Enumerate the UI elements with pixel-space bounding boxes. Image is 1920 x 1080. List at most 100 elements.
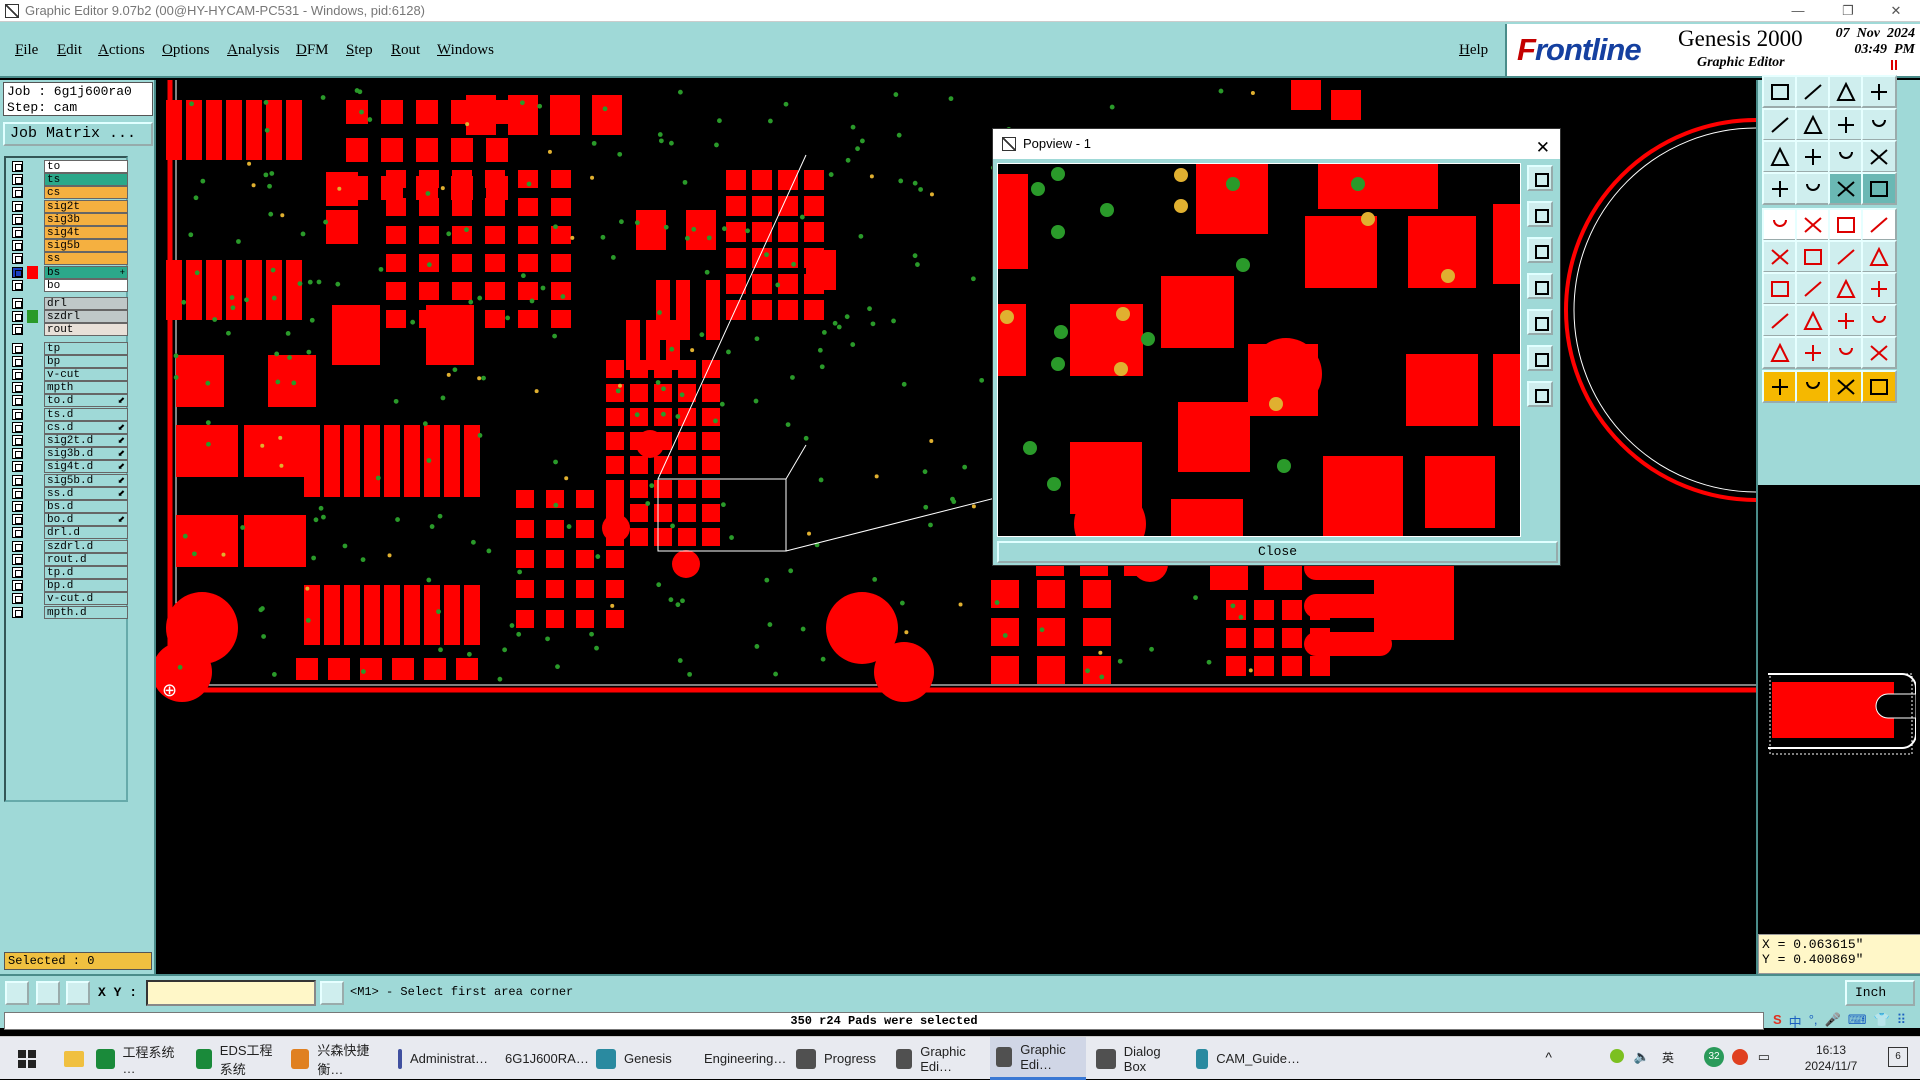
layer-name[interactable]: cs [44,186,128,200]
tray-app-icon[interactable] [1610,1049,1624,1063]
layer-name[interactable]: bs.d [44,500,128,513]
layer-affected-checkbox[interactable] [12,266,23,278]
layer-color-swatch[interactable] [27,342,38,355]
layer-row[interactable]: rout.d [8,552,128,566]
minimize-button[interactable]: — [1780,0,1816,22]
taskbar-item[interactable]: Dialog Box [1090,1037,1186,1080]
zoom-home-icon[interactable] [1762,75,1798,108]
menu-windows[interactable]: Windows [437,42,494,59]
layer-color-swatch[interactable] [27,355,38,368]
mirror-icon[interactable] [1861,272,1897,305]
layer-name[interactable]: szdrl.d [44,539,128,553]
file-explorer-icon[interactable] [58,1037,86,1080]
layer-affected-checkbox[interactable] [12,342,23,354]
layer-name[interactable]: sig5b [44,239,128,253]
layer-color-swatch[interactable] [27,265,38,279]
taskbar-item[interactable]: Graphic Edi… [990,1037,1086,1080]
layer-affected-checkbox[interactable] [12,187,23,199]
layer-color-swatch[interactable] [27,592,38,605]
grid-icon[interactable] [1795,172,1831,205]
pan-right-icon[interactable] [1795,108,1831,141]
menu-file[interactable]: File [15,42,38,59]
layer-row[interactable]: to.d ⬋ [8,394,128,408]
layer-name[interactable]: v-cut [44,368,128,381]
ime-punct-mode[interactable]: °, [1809,1012,1818,1030]
angle-line-icon[interactable] [1762,272,1798,305]
popview-zoom-out-icon[interactable] [1527,237,1553,263]
layer-name[interactable]: bo [44,278,128,292]
layer-row[interactable]: to [8,160,128,173]
layer-name[interactable]: cs.d ⬋ [44,420,128,434]
layer-color-swatch[interactable] [27,447,38,460]
layer-row[interactable]: sig5b [8,239,128,253]
layer-affected-checkbox[interactable] [12,200,23,212]
menu-dfm[interactable]: DFM [296,42,329,59]
layer-row[interactable]: bo [8,278,128,292]
layer-color-swatch[interactable] [27,394,38,407]
layer-color-swatch[interactable] [27,186,38,199]
layer-color-swatch[interactable] [27,381,38,394]
layer-name[interactable]: to.d ⬋ [44,394,128,408]
layer-name[interactable]: bp.d [44,579,128,593]
angle-icon[interactable] [1861,336,1897,369]
polygon-icon[interactable] [1795,336,1831,369]
menu-analysis[interactable]: Analysis [227,42,280,59]
line-add-icon[interactable] [1795,208,1831,241]
layer-row[interactable]: mpth.d [8,605,128,619]
layer-color-swatch[interactable] [27,160,38,173]
layer-color-swatch[interactable] [27,579,38,592]
layer-row[interactable]: sig3b.d ⬋ [8,447,128,461]
layer-row[interactable]: bs + [8,265,128,279]
layer-color-swatch[interactable] [27,200,38,213]
popview-zoom-in-icon[interactable] [1527,201,1553,227]
ime-voice-icon[interactable]: 🎤 [1825,1012,1841,1030]
layer-name[interactable]: v-cut.d [44,592,128,606]
taskbar-item[interactable]: Engineering… [690,1037,786,1080]
layer-row[interactable]: sig4t [8,226,128,239]
layer-name[interactable]: tp [44,341,128,355]
stretch-icon[interactable] [1828,304,1864,337]
node-delete-icon[interactable] [1795,240,1831,273]
layer-color-swatch[interactable] [27,239,38,252]
layer-affected-checkbox[interactable] [12,311,23,323]
menu-options[interactable]: Options [162,42,210,59]
layer-color-swatch[interactable] [27,226,38,239]
mode-select-icon[interactable] [5,981,29,1005]
layer-affected-checkbox[interactable] [12,324,23,336]
layer-color-swatch[interactable] [27,553,38,566]
layer-affected-checkbox[interactable] [12,606,23,618]
layer-name[interactable]: ts [44,173,128,187]
layer-row[interactable]: ts.d [8,407,128,421]
layer-affected-checkbox[interactable] [12,527,23,539]
layer-affected-checkbox[interactable] [12,435,23,446]
zoom-fit-icon[interactable] [1861,75,1897,108]
layer-affected-checkbox[interactable] [12,474,23,486]
layer-name[interactable]: sig2t [44,199,128,213]
surface-add-icon[interactable] [1828,208,1864,241]
layer-affected-checkbox[interactable] [12,487,23,499]
layer-affected-checkbox[interactable] [12,240,23,252]
popview-center-icon[interactable] [1527,381,1553,407]
zoom-back-icon[interactable] [1828,108,1864,141]
menu-actions[interactable]: Actions [98,42,145,59]
layer-affected-checkbox[interactable] [12,461,23,473]
popview-pan-icon[interactable] [1527,273,1553,299]
taskbar-item[interactable]: Genesis [590,1037,686,1080]
layer-row[interactable]: ts [8,173,128,187]
slant-line-icon[interactable] [1795,272,1831,305]
layer-row[interactable]: sig4t.d ⬋ [8,460,128,474]
layer-name[interactable]: mpth [44,381,128,395]
layer-color-swatch[interactable] [27,173,38,186]
layer-row[interactable]: drl.d [8,526,128,540]
layer-affected-checkbox[interactable] [12,369,23,380]
zoom-area-icon[interactable] [1828,75,1864,108]
trace-icon[interactable] [1861,240,1897,273]
layer-color-swatch[interactable] [27,474,38,487]
job-matrix-button[interactable]: Job Matrix ... [3,122,153,146]
node-edit-icon[interactable] [1762,240,1798,273]
zoom-in-icon[interactable] [1795,75,1831,108]
layer-color-swatch[interactable] [27,487,38,500]
layer-name[interactable]: drl.d [44,526,128,540]
redraw-icon[interactable] [1861,108,1897,141]
connect-icon[interactable] [1828,240,1864,273]
